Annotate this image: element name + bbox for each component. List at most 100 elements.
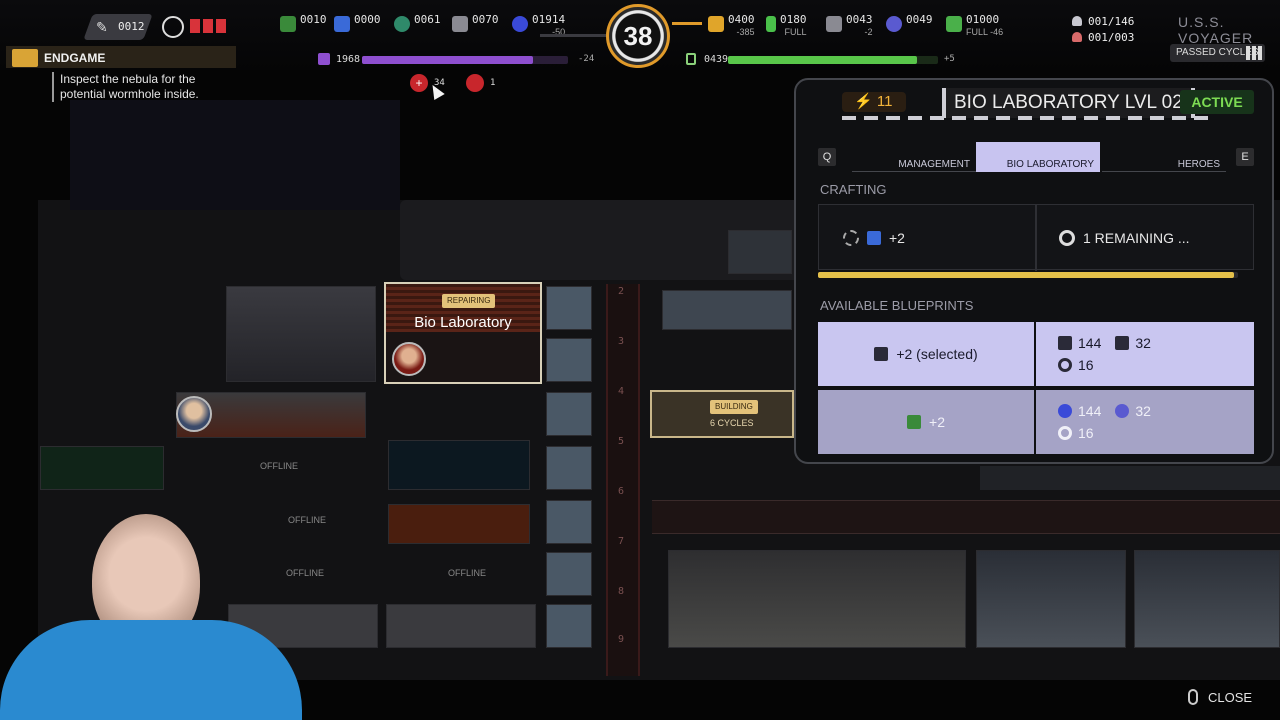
brain-icon (886, 16, 902, 32)
room-lower-mid[interactable] (386, 604, 536, 648)
deck-number-6: 6 (618, 486, 625, 497)
room-hydroponics[interactable] (668, 550, 966, 648)
resource-value: 0010 (300, 13, 327, 26)
corridor-right (652, 500, 1280, 534)
mouse-icon (1188, 689, 1198, 705)
cycle-icon (1059, 230, 1075, 246)
resource-research[interactable]: 0061 (394, 14, 441, 44)
red-alert-icon[interactable] (466, 74, 484, 92)
room-column-6[interactable] (546, 552, 592, 596)
mission-panel[interactable]: ENDGAME Inspect the nebula for the poten… (6, 46, 236, 106)
resource-energy[interactable]: 0400 -385 (708, 14, 755, 44)
room-column-4[interactable] (546, 446, 592, 490)
officer-icon (1072, 32, 1082, 42)
room-column-5[interactable] (546, 500, 592, 544)
cost-line: 144 32 (1058, 400, 1254, 422)
room-building[interactable]: BUILDING 6 CYCLES (650, 390, 794, 438)
room-column-2[interactable] (546, 338, 592, 382)
resource-brain[interactable]: 0049 (886, 14, 933, 44)
dilithium-icon (1058, 404, 1072, 418)
room-bio-laboratory[interactable]: REPAIRING Bio Laboratory (384, 282, 542, 384)
parts-icon (1115, 336, 1130, 350)
hull-window-area (70, 100, 400, 210)
room-engineering-1[interactable] (976, 550, 1126, 648)
hull-bar-fill (728, 56, 917, 64)
tab-heroes[interactable]: HEROES (1102, 142, 1226, 172)
room-transporter[interactable] (226, 286, 376, 382)
mission-description: Inspect the nebula for the potential wor… (52, 72, 242, 102)
brain-icon (1115, 404, 1130, 418)
wrench-icon: ✎ (96, 19, 108, 35)
resource-food[interactable]: 01000 FULL -46 (946, 14, 1003, 44)
ship-name: U.S.S. VOYAGER (1178, 14, 1254, 46)
resource-bio[interactable]: 0010 (280, 14, 327, 44)
crosshair-icon[interactable] (162, 16, 184, 38)
room-engineering-2[interactable] (1134, 550, 1280, 648)
crew-portrait[interactable] (392, 342, 426, 376)
cost-line: 144 32 (1058, 332, 1254, 354)
cost-cycles: 16 (1058, 357, 1094, 373)
room-column-1[interactable] (546, 286, 592, 330)
room-column-3[interactable] (546, 392, 592, 436)
cycle-dial[interactable]: 38 (606, 4, 670, 68)
dial-connector-left (540, 34, 606, 37)
research-icon (1058, 336, 1072, 350)
cycle-icon (1058, 426, 1072, 440)
offline-label-4: OFFLINE (448, 568, 487, 578)
chip-icon (874, 347, 889, 361)
bolt-icon: ⚡ (854, 93, 877, 110)
blueprint-output[interactable]: +2 (selected) (818, 322, 1034, 386)
hull-bar-track (728, 56, 938, 64)
panel-tabs: MANAGEMENT BIO LABORATORY HEROES (816, 142, 1256, 172)
morale-bar-fill (362, 56, 533, 64)
resource-parts[interactable]: 0070 (452, 14, 499, 44)
cost-value: 32 (1135, 335, 1151, 351)
resource-chips[interactable]: 0000 (334, 14, 381, 44)
medical-alert-icon[interactable]: + (410, 74, 428, 92)
crew-count: 0012 (118, 20, 145, 33)
loading-spinner-icon (843, 230, 859, 246)
resource-delta: -2 (864, 27, 873, 37)
mission-title-bar (6, 46, 236, 68)
blueprint-cost[interactable]: 144 32 16 (1036, 390, 1254, 454)
room-grid[interactable] (388, 440, 530, 490)
resource-value: 0043 (846, 13, 873, 26)
blueprint-row[interactable]: +2 144 32 16 (818, 390, 1254, 454)
room-right-top[interactable] (728, 230, 792, 274)
crafting-box[interactable]: +2 1 REMAINING ... (818, 204, 1254, 271)
room-rec[interactable] (388, 504, 530, 544)
crafting-item-amount: +2 (889, 230, 905, 246)
resource-battery[interactable]: 0180 FULL (766, 14, 807, 44)
offline-label-1: OFFLINE (260, 461, 299, 471)
red-alert-count: 1 (490, 78, 496, 88)
crafting-remaining: 1 REMAINING ... (1059, 205, 1249, 271)
room-column-7[interactable] (546, 604, 592, 648)
resource-value: 01914 (532, 13, 566, 26)
starfleet-badge-icon (12, 49, 38, 67)
tab-bio-laboratory[interactable]: BIO LABORATORY (976, 142, 1100, 172)
ingot-icon (826, 16, 842, 32)
energy-usage-tag: ⚡ 11 (842, 92, 906, 112)
building-cycles: 6 CYCLES (710, 418, 754, 428)
crew-portrait-2[interactable] (176, 396, 212, 432)
tab-management[interactable]: MANAGEMENT (852, 142, 976, 172)
blueprint-row[interactable]: +2 (selected) 144 32 16 (818, 322, 1254, 386)
room-corridor-green[interactable] (40, 446, 164, 490)
blueprint-cost[interactable]: 144 32 16 (1036, 322, 1254, 386)
chip-icon (867, 231, 881, 245)
status-badge[interactable]: ACTIVE (1180, 90, 1254, 114)
alert-pip (190, 19, 200, 33)
deck-number-3: 3 (618, 336, 625, 347)
crafting-divider (1035, 205, 1037, 271)
cycle-pip (1252, 46, 1256, 60)
resource-dilithium[interactable]: 01914 -50 (512, 14, 565, 44)
food-icon (946, 16, 962, 32)
close-button[interactable]: CLOSE (1188, 686, 1252, 708)
blueprint-output[interactable]: +2 (818, 390, 1034, 454)
resource-alloy[interactable]: 0043 -2 (826, 14, 873, 44)
room-right-upper[interactable] (662, 290, 792, 330)
morale-icon (318, 53, 330, 65)
repairing-label: REPAIRING (447, 296, 491, 305)
resource-value: 0070 (472, 13, 499, 26)
dial-connector-right (672, 22, 702, 25)
